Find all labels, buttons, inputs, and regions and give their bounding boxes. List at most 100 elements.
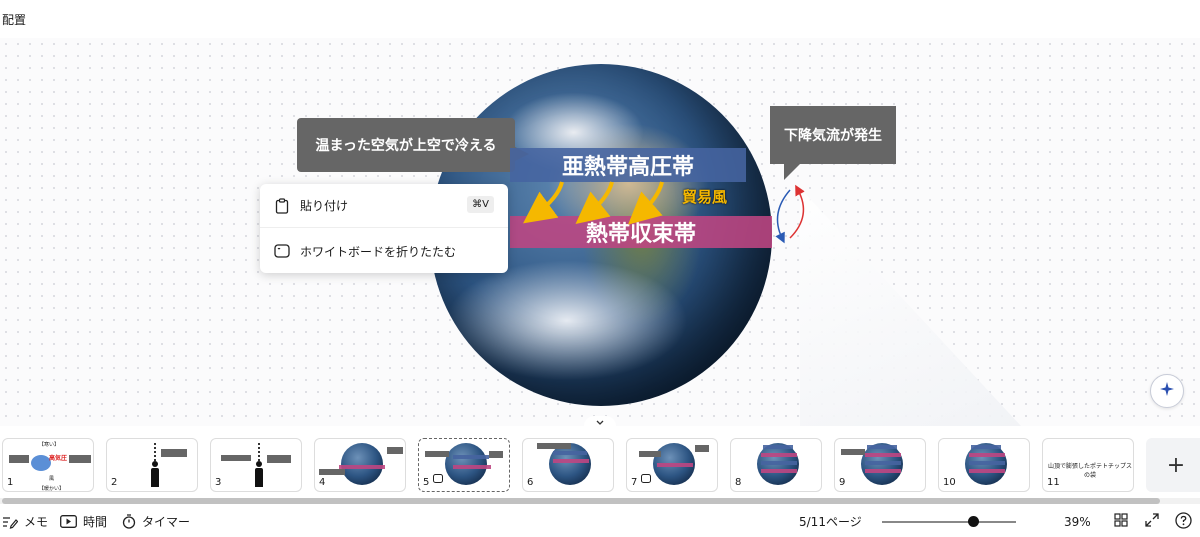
- thumb-band: [761, 461, 797, 465]
- thumb-callout: [695, 445, 709, 452]
- whiteboard-icon: [433, 468, 443, 487]
- thumb-callout: [537, 443, 571, 449]
- page-thumbnail[interactable]: 4: [314, 438, 406, 492]
- callout-left[interactable]: 温まった空気が上空で冷える: [297, 118, 529, 172]
- collapse-label: ホワイトボードを折りたたむ: [300, 244, 457, 259]
- thumbnail-number: 2: [111, 477, 118, 488]
- grid-view-button[interactable]: [1114, 506, 1128, 537]
- page-thumbnail[interactable]: 8: [730, 438, 822, 492]
- whiteboard-icon: [274, 243, 290, 259]
- thumb-band: [761, 469, 797, 473]
- scrollbar-thumb[interactable]: [2, 498, 1160, 504]
- person-icon: [151, 461, 159, 487]
- page-thumbnail-selected[interactable]: 5: [418, 438, 510, 492]
- thumb-callout: [9, 455, 29, 463]
- thumb-band: [453, 465, 491, 469]
- thumb-band: [657, 463, 693, 467]
- thumb-band: [865, 469, 901, 473]
- thumb-band: [453, 455, 489, 459]
- thumb-band: [969, 461, 1005, 465]
- page-thumbnail[interactable]: 9: [834, 438, 926, 492]
- callout-right[interactable]: 下降気流が発生: [770, 106, 896, 180]
- zoom-slider-handle[interactable]: [967, 516, 979, 527]
- context-menu: 貼り付け ⌘V ホワイトボードを折りたたむ: [260, 184, 508, 273]
- thumbnail-number: 3: [215, 477, 222, 488]
- pencil-notes-icon: [2, 515, 18, 529]
- thumb-band: [867, 445, 897, 449]
- page-thumbnail[interactable]: 6: [522, 438, 614, 492]
- notes-button[interactable]: メモ: [2, 506, 48, 537]
- zoom-percentage[interactable]: 39%: [1064, 506, 1091, 537]
- thumb1-bottom-text: 【暖かい】: [39, 486, 65, 492]
- help-button[interactable]: [1175, 506, 1192, 537]
- thumb-callout: [319, 469, 345, 475]
- help-icon: [1175, 511, 1192, 532]
- collapse-whiteboard-menu-item[interactable]: ホワイトボードを折りたたむ: [260, 229, 508, 273]
- band-top-text: 亜熱帯高圧帯: [561, 155, 694, 180]
- page-indicator[interactable]: 5/11ページ: [799, 506, 862, 537]
- thumbnail-number: 4: [319, 477, 326, 488]
- thumb-globe: [549, 443, 591, 485]
- thumbnail-text: 山頂で膨張したポテトチップスの袋: [1047, 463, 1132, 479]
- whiteboard-canvas[interactable]: 温まった空気が上空で冷える 下降気流が発生 亜熱帯高圧帯 熱帯収束帯 貿易風 貼…: [0, 38, 1200, 426]
- page-thumbnail[interactable]: 3: [210, 438, 302, 492]
- thumb-band: [971, 445, 1001, 449]
- circulation-arrow-blue: [775, 189, 791, 244]
- thumb-globe: [341, 443, 383, 485]
- thumb1-high-text: 高気圧: [49, 455, 68, 462]
- callout-right-text: 下降気流が発生: [784, 128, 882, 144]
- thumbnail-number: 8: [735, 477, 742, 488]
- page-title: 配置: [2, 13, 27, 27]
- thumb-callout: [69, 455, 91, 463]
- thumb-callout: [267, 455, 291, 463]
- zoom-slider[interactable]: [882, 521, 1016, 523]
- thumb1-wind-text: 風: [49, 476, 55, 482]
- timing-label: 時間: [83, 515, 108, 529]
- page-thumbnail[interactable]: 2: [106, 438, 198, 492]
- thumbnail-number: 1: [7, 477, 14, 488]
- page-thumbnail[interactable]: 7: [626, 438, 718, 492]
- grid-icon: [1114, 513, 1128, 530]
- person-icon: [255, 461, 263, 487]
- thumb-band: [763, 445, 793, 449]
- timing-button[interactable]: 時間: [60, 506, 107, 537]
- chevron-down-icon: [596, 419, 604, 428]
- thumbnail-number: 10: [943, 477, 956, 488]
- magic-assistant-button[interactable]: [1150, 374, 1184, 408]
- whiteboard-icon: [641, 468, 651, 487]
- page-thumbnail[interactable]: 山頂で膨張したポテトチップスの袋 11: [1042, 438, 1134, 492]
- add-page-button[interactable]: +: [1146, 438, 1200, 492]
- thumb-band: [553, 459, 589, 463]
- callout-left-text: 温まった空気が上空で冷える: [315, 138, 497, 154]
- page-thumbnail[interactable]: 【寒い】 高気圧 風 【暖かい】 1: [2, 438, 94, 492]
- thumbnail-number: 9: [839, 477, 846, 488]
- expand-icon: [1145, 513, 1159, 530]
- thumb-band: [339, 465, 385, 469]
- thumb-dotted-line: [154, 443, 156, 461]
- thumbnail-scrollbar[interactable]: [0, 498, 1200, 504]
- thumb-callout: [387, 447, 403, 454]
- thumb-band: [865, 461, 901, 465]
- thumb-band: [553, 451, 587, 455]
- thumb-dotted-line: [258, 443, 260, 461]
- collapse-strip-button[interactable]: [584, 416, 616, 430]
- clipboard-icon: [274, 197, 290, 214]
- thumb1-top-text: 【寒い】: [39, 442, 60, 448]
- subtropical-high-band[interactable]: 亜熱帯高圧帯: [510, 148, 746, 182]
- page-thumbnail[interactable]: 10: [938, 438, 1030, 492]
- itcz-band[interactable]: 熱帯収束帯: [510, 216, 772, 248]
- thumb-band: [761, 453, 797, 457]
- thumb-callout: [425, 451, 449, 457]
- thumb-band: [969, 453, 1005, 457]
- thumbnail-number: 7: [631, 477, 638, 488]
- thumb-blue-blob: [31, 455, 51, 471]
- timer-button[interactable]: タイマー: [122, 506, 190, 537]
- fullscreen-button[interactable]: [1145, 506, 1159, 537]
- light-beam-shape: [800, 188, 1060, 426]
- timer-label: タイマー: [142, 515, 191, 529]
- page-thumbnail-strip: 【寒い】 高気圧 風 【暖かい】 1 2 3 4 5 6 7 8 9 10 山頂…: [0, 430, 1200, 496]
- trade-wind-label[interactable]: 貿易風: [682, 186, 727, 207]
- paste-menu-item[interactable]: 貼り付け ⌘V: [260, 184, 508, 228]
- bottom-toolbar: メモ 時間 タイマー 5/11ページ 39%: [0, 506, 1200, 537]
- thumb-band: [969, 469, 1005, 473]
